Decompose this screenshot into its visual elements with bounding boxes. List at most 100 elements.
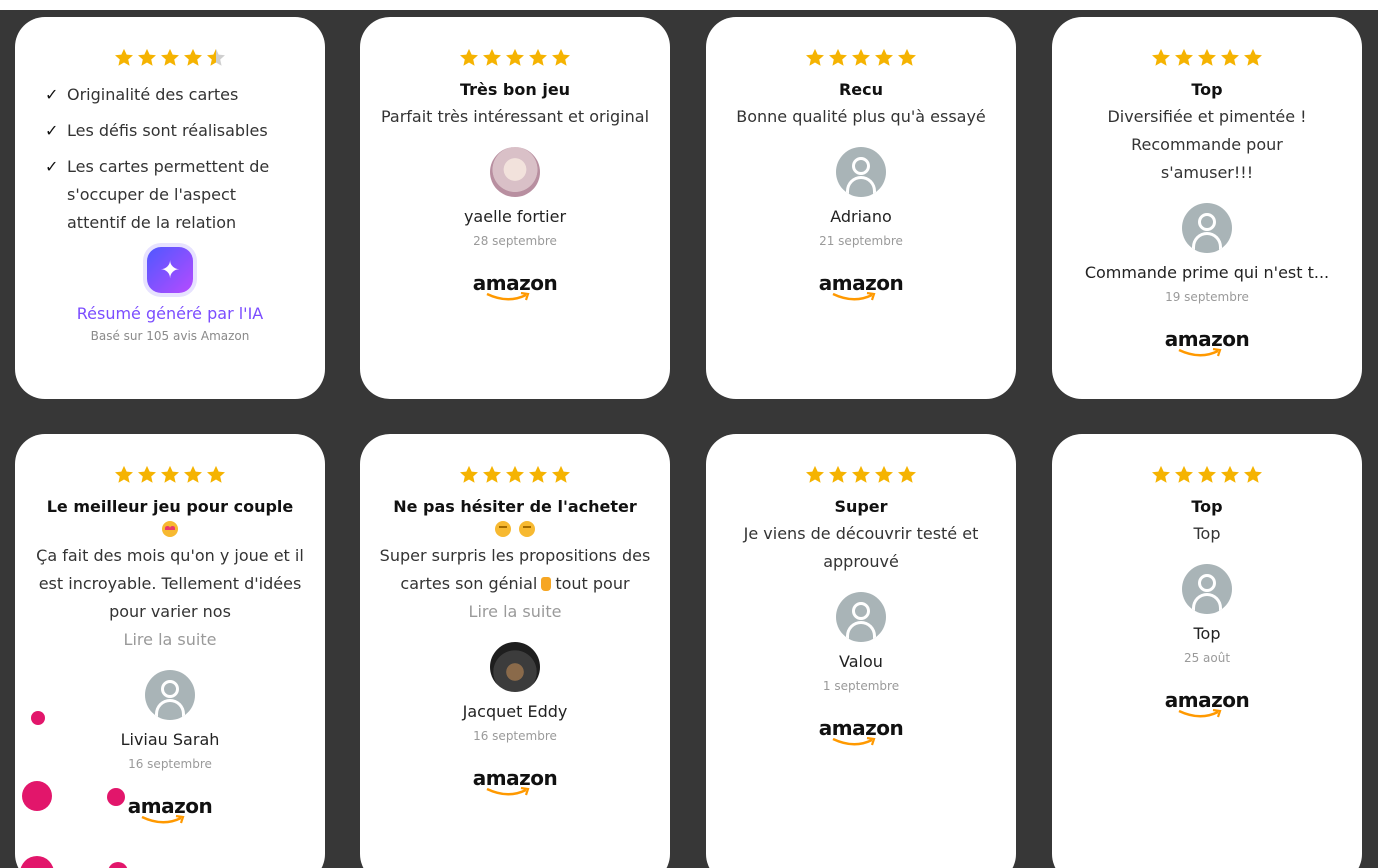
ai-summary-card: ✓ Originalité des cartes ✓ Les défis son… — [15, 17, 325, 399]
review-date: 16 septembre — [473, 729, 557, 743]
star-icon — [898, 465, 916, 483]
review-date: 25 août — [1183, 651, 1231, 665]
review-text: Ça fait des mois qu'on y joue et il est … — [36, 546, 304, 621]
user-icon — [836, 147, 886, 197]
emoji-line — [360, 518, 670, 540]
star-icon — [806, 465, 824, 483]
star-icon — [460, 465, 478, 483]
amazon-logo: amazon — [125, 794, 215, 828]
rating-stars — [15, 47, 325, 71]
avatar — [490, 147, 540, 197]
review-title: Recu — [838, 80, 884, 99]
star-icon — [852, 48, 870, 66]
decorative-dot — [31, 711, 45, 725]
star-icon — [184, 48, 202, 66]
review-card: Top Top Top 25 août amazon — [1052, 434, 1362, 868]
review-card: Top Diversifiée et pimentée ! Recommande… — [1052, 17, 1362, 399]
read-more-link[interactable]: Lire la suite — [15, 626, 325, 654]
review-title: Le meilleur jeu pour couple — [46, 497, 294, 516]
star-icon — [852, 465, 870, 483]
review-date: 19 septembre — [1165, 290, 1249, 304]
reviewer-name: Liviau Sarah — [120, 730, 220, 749]
check-text: Originalité des cartes — [67, 85, 239, 104]
emoji-line — [15, 518, 325, 540]
star-icon — [506, 48, 524, 66]
rating-stars — [15, 464, 325, 488]
summary-check-item: ✓ Les cartes permettent de s'occuper de … — [45, 153, 297, 237]
amazon-logo: amazon — [470, 766, 560, 800]
thumbs-up-icon — [541, 577, 552, 591]
star-icon — [898, 48, 916, 66]
review-text: Je viens de découvrir testé et approuvé — [743, 524, 979, 571]
star-icon — [552, 465, 570, 483]
rating-stars — [1052, 47, 1362, 71]
review-card: Le meilleur jeu pour couple Ça fait des … — [15, 434, 325, 868]
sparkles-icon: ✦ — [147, 247, 193, 293]
review-title: Top — [1191, 497, 1223, 516]
reviewer-name: Jacquet Eddy — [462, 702, 568, 721]
star-icon — [1221, 465, 1239, 483]
user-icon — [1182, 203, 1232, 253]
amazon-logo: amazon — [816, 271, 906, 305]
reviewer-name: Adriano — [830, 207, 892, 226]
review-title: Super — [834, 497, 888, 516]
star-icon — [529, 465, 547, 483]
review-date: 16 septembre — [128, 757, 212, 771]
star-icon — [115, 48, 133, 66]
summary-check-list: ✓ Originalité des cartes ✓ Les défis son… — [15, 81, 325, 237]
checkmark-icon: ✓ — [45, 157, 59, 176]
rating-stars — [1052, 464, 1362, 488]
star-icon — [115, 465, 133, 483]
star-icon — [138, 465, 156, 483]
reviewer-name: Commande prime qui n'est t... — [1084, 263, 1330, 282]
check-text: Les cartes permettent de s'occuper de l'… — [67, 157, 270, 232]
summary-check-item: ✓ Originalité des cartes — [45, 81, 297, 109]
star-icon — [483, 465, 501, 483]
ai-summary-source: Basé sur 105 avis Amazon — [90, 329, 250, 343]
star-icon — [138, 48, 156, 66]
star-icon — [184, 465, 202, 483]
summary-check-item: ✓ Les défis sont réalisables — [45, 117, 297, 145]
rating-stars — [360, 47, 670, 71]
amazon-logo: amazon — [1162, 688, 1252, 722]
user-icon — [836, 592, 886, 642]
review-title: Top — [1191, 80, 1223, 99]
star-icon — [1198, 48, 1216, 66]
amazon-logo: amazon — [816, 716, 906, 750]
star-icon — [829, 465, 847, 483]
reviewer-name: yaelle fortier — [463, 207, 567, 226]
star-icon — [1152, 48, 1170, 66]
star-icon — [207, 48, 225, 66]
star-icon — [161, 465, 179, 483]
review-text: Top — [1193, 524, 1221, 543]
avatar — [490, 642, 540, 692]
ai-summary-label[interactable]: Résumé généré par l'IA — [15, 303, 325, 325]
review-card: Recu Bonne qualité plus qu'à essayé Adri… — [706, 17, 1016, 399]
user-icon — [1182, 564, 1232, 614]
read-more-link[interactable]: Lire la suite — [360, 598, 670, 626]
check-text: Les défis sont réalisables — [67, 121, 268, 140]
dizzy-face-emoji-icon — [495, 521, 511, 537]
star-icon — [829, 48, 847, 66]
review-title: Ne pas hésiter de l'acheter — [393, 497, 637, 516]
star-icon — [552, 48, 570, 66]
star-icon — [529, 48, 547, 66]
star-icon — [506, 465, 524, 483]
reviewer-name: Top — [1193, 624, 1221, 643]
heart-eyes-emoji-icon — [162, 521, 178, 537]
review-text: Parfait très intéressant et original — [380, 107, 650, 126]
review-date: 28 septembre — [473, 234, 557, 248]
amazon-logo: amazon — [1162, 327, 1252, 361]
rating-stars — [706, 464, 1016, 488]
star-icon — [1175, 48, 1193, 66]
amazon-logo: amazon — [470, 271, 560, 305]
review-title: Très bon jeu — [459, 80, 571, 99]
review-card: Ne pas hésiter de l'acheter Super surpri… — [360, 434, 670, 868]
star-icon — [806, 48, 824, 66]
checkmark-icon: ✓ — [45, 121, 59, 140]
star-icon — [161, 48, 179, 66]
star-icon — [875, 48, 893, 66]
decorative-dot — [107, 788, 125, 806]
review-text: Diversifiée et pimentée ! Recommande pou… — [1107, 107, 1307, 182]
star-icon — [1175, 465, 1193, 483]
